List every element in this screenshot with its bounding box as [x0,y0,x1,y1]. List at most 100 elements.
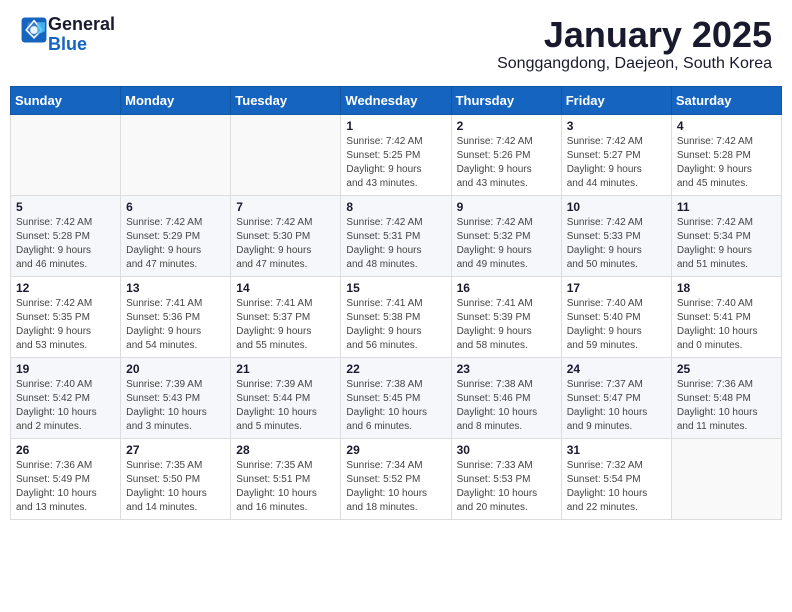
day-info: Sunrise: 7:42 AM Sunset: 5:28 PM Dayligh… [16,216,115,272]
day-info: Sunrise: 7:36 AM Sunset: 5:48 PM Dayligh… [677,378,776,434]
calendar-cell: 25 Sunrise: 7:36 AM Sunset: 5:48 PM Dayli… [671,357,781,438]
day-number: 24 [567,362,666,376]
calendar-week-3: 12 Sunrise: 7:42 AM Sunset: 5:35 PM Dayli… [11,276,782,357]
day-info: Sunrise: 7:42 AM Sunset: 5:32 PM Dayligh… [457,216,556,272]
day-number: 21 [236,362,335,376]
day-info: Sunrise: 7:42 AM Sunset: 5:27 PM Dayligh… [567,135,666,191]
calendar-cell: 17 Sunrise: 7:40 AM Sunset: 5:40 PM Dayli… [561,276,671,357]
day-number: 28 [236,443,335,457]
day-info: Sunrise: 7:42 AM Sunset: 5:29 PM Dayligh… [126,216,225,272]
day-number: 23 [457,362,556,376]
day-info: Sunrise: 7:42 AM Sunset: 5:30 PM Dayligh… [236,216,335,272]
day-number: 3 [567,119,666,133]
weekday-header-thursday: Thursday [451,86,561,114]
calendar-cell: 16Sunrise: 7:41 AM Sunset: 5:39 PM Dayli… [451,276,561,357]
calendar-cell: 11Sunrise: 7:42 AM Sunset: 5:34 PM Dayli… [671,195,781,276]
day-number: 26 [16,443,115,457]
day-number: 29 [346,443,445,457]
title-block: January 2025 Songgangdong, Daejeon, Sout… [497,15,772,73]
calendar-cell: 10Sunrise: 7:42 AM Sunset: 5:33 PM Dayli… [561,195,671,276]
calendar-cell: 5 Sunrise: 7:42 AM Sunset: 5:28 PM Daylig… [11,195,121,276]
day-number: 25 [677,362,776,376]
day-number: 6 [126,200,225,214]
day-number: 17 [567,281,666,295]
weekday-header-tuesday: Tuesday [231,86,341,114]
day-info: Sunrise: 7:41 AM Sunset: 5:37 PM Dayligh… [236,297,335,353]
calendar-week-2: 5 Sunrise: 7:42 AM Sunset: 5:28 PM Daylig… [11,195,782,276]
calendar-cell: 21 Sunrise: 7:39 AM Sunset: 5:44 PM Dayli… [231,357,341,438]
calendar-cell: 22Sunrise: 7:38 AM Sunset: 5:45 PM Dayli… [341,357,451,438]
calendar-cell: 20 Sunrise: 7:39 AM Sunset: 5:43 PM Dayli… [121,357,231,438]
calendar-cell: 3 Sunrise: 7:42 AM Sunset: 5:27 PM Daylig… [561,114,671,195]
day-number: 8 [346,200,445,214]
calendar-cell: 19 Sunrise: 7:40 AM Sunset: 5:42 PM Dayli… [11,357,121,438]
day-info: Sunrise: 7:38 AM Sunset: 5:46 PM Dayligh… [457,378,556,434]
day-number: 9 [457,200,556,214]
day-info: Sunrise: 7:42 AM Sunset: 5:35 PM Dayligh… [16,297,115,353]
day-info: Sunrise: 7:42 AM Sunset: 5:31 PM Dayligh… [346,216,445,272]
day-number: 12 [16,281,115,295]
day-info: Sunrise: 7:35 AM Sunset: 5:51 PM Dayligh… [236,459,335,515]
logo-icon [20,16,48,44]
day-number: 4 [677,119,776,133]
location-subtitle: Songgangdong, Daejeon, South Korea [497,55,772,73]
day-number: 11 [677,200,776,214]
weekday-header-friday: Friday [561,86,671,114]
day-info: Sunrise: 7:33 AM Sunset: 5:53 PM Dayligh… [457,459,556,515]
day-number: 30 [457,443,556,457]
day-info: Sunrise: 7:42 AM Sunset: 5:25 PM Dayligh… [346,135,445,191]
calendar-table: SundayMondayTuesdayWednesdayThursdayFrid… [10,86,782,520]
day-number: 20 [126,362,225,376]
day-number: 1 [346,119,445,133]
month-title: January 2025 [497,15,772,55]
calendar-cell [231,114,341,195]
calendar-cell [11,114,121,195]
calendar-cell: 26 Sunrise: 7:36 AM Sunset: 5:49 PM Dayli… [11,438,121,519]
calendar-week-4: 19 Sunrise: 7:40 AM Sunset: 5:42 PM Dayli… [11,357,782,438]
day-number: 2 [457,119,556,133]
day-info: Sunrise: 7:39 AM Sunset: 5:43 PM Dayligh… [126,378,225,434]
calendar-cell: 31 Sunrise: 7:32 AM Sunset: 5:54 PM Dayli… [561,438,671,519]
calendar-cell: 23 Sunrise: 7:38 AM Sunset: 5:46 PM Dayli… [451,357,561,438]
day-info: Sunrise: 7:37 AM Sunset: 5:47 PM Dayligh… [567,378,666,434]
day-info: Sunrise: 7:40 AM Sunset: 5:40 PM Dayligh… [567,297,666,353]
calendar-week-5: 26 Sunrise: 7:36 AM Sunset: 5:49 PM Dayli… [11,438,782,519]
day-info: Sunrise: 7:38 AM Sunset: 5:45 PM Dayligh… [346,378,445,434]
calendar-cell [671,438,781,519]
day-number: 27 [126,443,225,457]
calendar-week-1: 1 Sunrise: 7:42 AM Sunset: 5:25 PM Daylig… [11,114,782,195]
day-info: Sunrise: 7:41 AM Sunset: 5:36 PM Dayligh… [126,297,225,353]
day-info: Sunrise: 7:42 AM Sunset: 5:28 PM Dayligh… [677,135,776,191]
day-number: 15 [346,281,445,295]
calendar-cell: 12 Sunrise: 7:42 AM Sunset: 5:35 PM Dayli… [11,276,121,357]
day-info: Sunrise: 7:41 AM Sunset: 5:39 PM Dayligh… [457,297,556,353]
day-info: Sunrise: 7:40 AM Sunset: 5:41 PM Dayligh… [677,297,776,353]
calendar-cell: 30 Sunrise: 7:33 AM Sunset: 5:53 PM Dayli… [451,438,561,519]
day-number: 7 [236,200,335,214]
day-info: Sunrise: 7:35 AM Sunset: 5:50 PM Dayligh… [126,459,225,515]
day-number: 31 [567,443,666,457]
day-number: 13 [126,281,225,295]
calendar-cell: 4 Sunrise: 7:42 AM Sunset: 5:28 PM Daylig… [671,114,781,195]
weekday-header-saturday: Saturday [671,86,781,114]
calendar-cell: 9 Sunrise: 7:42 AM Sunset: 5:32 PM Daylig… [451,195,561,276]
calendar-cell: 14Sunrise: 7:41 AM Sunset: 5:37 PM Dayli… [231,276,341,357]
weekday-header-row: SundayMondayTuesdayWednesdayThursdayFrid… [11,86,782,114]
day-number: 18 [677,281,776,295]
calendar-cell: 6 Sunrise: 7:42 AM Sunset: 5:29 PM Daylig… [121,195,231,276]
logo-text: General Blue [48,15,115,55]
day-info: Sunrise: 7:42 AM Sunset: 5:26 PM Dayligh… [457,135,556,191]
day-number: 5 [16,200,115,214]
logo: General Blue [20,15,115,55]
calendar-cell: 8 Sunrise: 7:42 AM Sunset: 5:31 PM Daylig… [341,195,451,276]
weekday-header-sunday: Sunday [11,86,121,114]
day-number: 10 [567,200,666,214]
day-info: Sunrise: 7:40 AM Sunset: 5:42 PM Dayligh… [16,378,115,434]
day-info: Sunrise: 7:32 AM Sunset: 5:54 PM Dayligh… [567,459,666,515]
day-info: Sunrise: 7:39 AM Sunset: 5:44 PM Dayligh… [236,378,335,434]
weekday-header-wednesday: Wednesday [341,86,451,114]
day-info: Sunrise: 7:36 AM Sunset: 5:49 PM Dayligh… [16,459,115,515]
day-info: Sunrise: 7:34 AM Sunset: 5:52 PM Dayligh… [346,459,445,515]
day-number: 19 [16,362,115,376]
weekday-header-monday: Monday [121,86,231,114]
